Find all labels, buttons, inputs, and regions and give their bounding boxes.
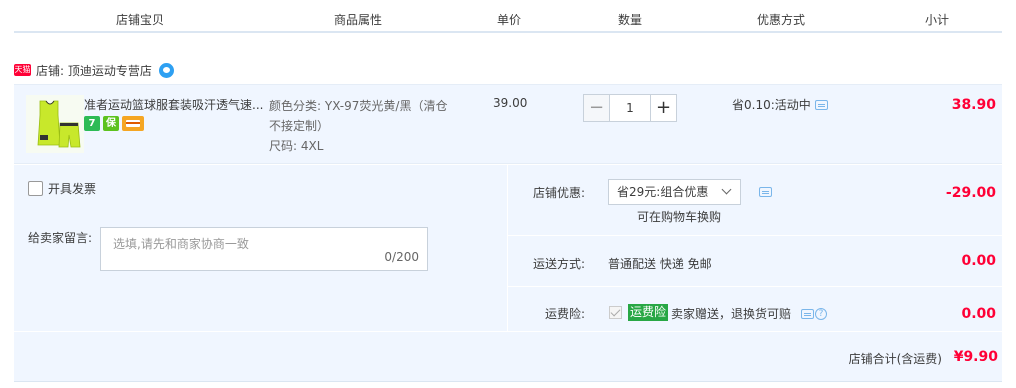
comment-icon[interactable] (759, 187, 772, 197)
seller-message-textarea[interactable]: 选填,请先和商家协商一致 0/200 (100, 227, 428, 271)
shop-row: 天猫 店铺: 顶迪运动专营店 (14, 60, 174, 80)
shop-discount-note: 可在购物车换购 (637, 210, 722, 224)
promotion-info: 省0.10:活动中 (732, 96, 828, 113)
attr-size: 尺码: 4XL (269, 139, 324, 153)
shipping-value: 普通配送 快递 免邮 (608, 257, 712, 271)
product-attributes: 颜色分类: YX-97荧光黄/黑（清仓不接定制） 尺码: 4XL (269, 96, 449, 156)
shop-total-amount: ¥9.90 (953, 349, 998, 365)
7-day-return-icon[interactable]: 7 (84, 116, 100, 131)
product-title-link[interactable]: 准者运动篮球服套装吸汗透气速... (84, 96, 264, 113)
invoice-checkbox[interactable] (28, 181, 43, 196)
invoice-label: 开具发票 (48, 182, 97, 196)
shipping-amount: 0.00 (961, 253, 996, 269)
insurance-info: 卖家赠送，退换货可赔 ? (671, 305, 828, 322)
help-icon[interactable]: ? (815, 307, 828, 320)
col-unit-price: 单价 (496, 13, 522, 27)
message-label: 给卖家留言: (28, 231, 93, 245)
jersey-image-icon (37, 100, 81, 148)
col-shop-item: 店铺宝贝 (115, 13, 165, 27)
shop-name-link[interactable]: 店铺: 顶迪运动专营店 (36, 62, 152, 79)
item-subtotal: 38.90 (951, 97, 996, 113)
shipping-label: 运送方式: (533, 257, 586, 271)
quantity-increase-button[interactable]: + (650, 94, 677, 122)
invoice-option[interactable]: 开具发票 (28, 180, 96, 197)
insurance-amount: 0.00 (961, 306, 996, 322)
comment-icon[interactable] (814, 99, 828, 110)
shop-discount-value: 省29元:组合优惠 (617, 185, 709, 199)
wangwang-chat-icon[interactable] (158, 62, 174, 78)
quantity-stepper: − 1 + (583, 94, 677, 122)
promotion-text: 省0.10:活动中 (732, 98, 811, 112)
credit-card-icon[interactable] (122, 116, 144, 131)
header-divider (14, 31, 1002, 33)
shop-discount-label: 店铺优惠: (533, 186, 586, 200)
message-char-count: 0/200 (384, 250, 419, 264)
service-icons: 7 保 (84, 116, 144, 131)
attr-color: 颜色分类: YX-97荧光黄/黑（清仓不接定制） (269, 99, 448, 133)
insurance-label: 运费险: (545, 307, 586, 321)
message-placeholder: 选填,请先和商家协商一致 (113, 237, 249, 251)
insurance-text: 卖家赠送，退换货可赔 (671, 307, 792, 321)
tmall-icon: 天猫 (14, 64, 31, 76)
quantity-input[interactable]: 1 (610, 94, 650, 122)
guarantee-icon[interactable]: 保 (103, 116, 119, 131)
insurance-checkbox (609, 306, 622, 319)
comment-icon[interactable] (801, 308, 815, 319)
unit-price: 39.00 (493, 96, 528, 110)
col-attributes: 商品属性 (333, 13, 383, 27)
shop-discount-amount: -29.00 (945, 185, 996, 201)
col-discount: 优惠方式 (756, 13, 806, 27)
col-quantity: 数量 (617, 13, 643, 27)
chevron-down-icon (721, 184, 732, 195)
quantity-decrease-button[interactable]: − (583, 94, 610, 122)
cart-table-header: 店铺宝贝 商品属性 单价 数量 优惠方式 小计 (0, 0, 1016, 32)
shop-discount-select[interactable]: 省29元:组合优惠 (608, 179, 741, 205)
insurance-tag: 运费险 (628, 304, 669, 321)
product-thumbnail[interactable] (26, 95, 84, 153)
col-subtotal: 小计 (924, 13, 950, 27)
shop-total-label: 店铺合计(含运费) (848, 352, 942, 366)
